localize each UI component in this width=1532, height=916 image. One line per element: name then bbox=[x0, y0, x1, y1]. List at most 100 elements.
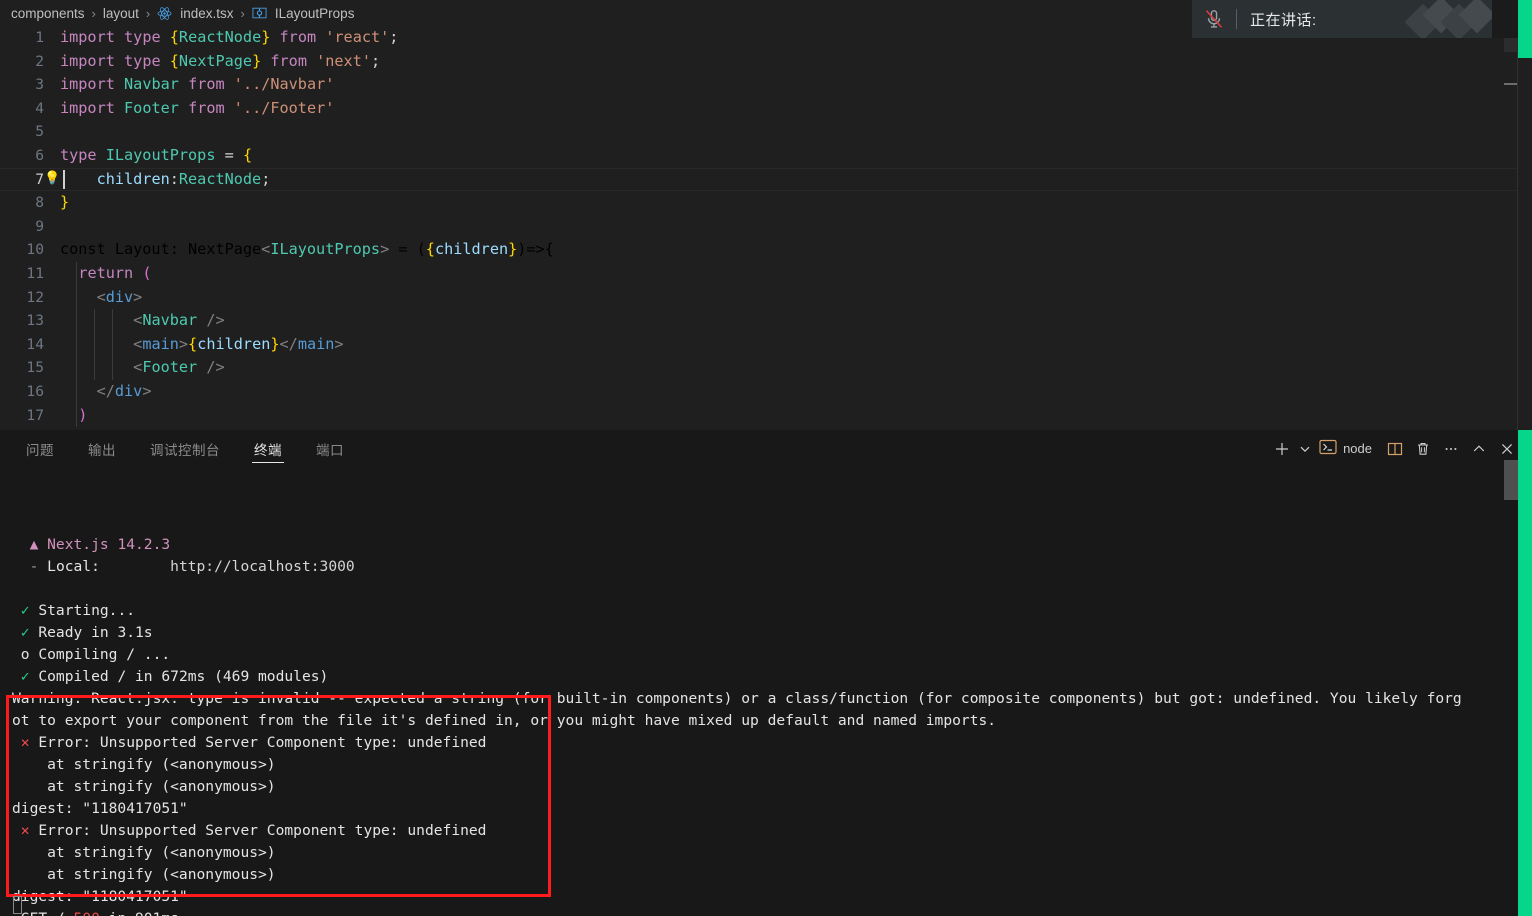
code-line[interactable]: 13 <Navbar /> bbox=[0, 309, 1532, 333]
vscode-window: components › layout › index.tsx › ILayou… bbox=[0, 0, 1532, 916]
terminal-line: Warning: React.jsx: type is invalid -- e… bbox=[12, 688, 1532, 710]
terminal-line: ✕ Error: Unsupported Server Component ty… bbox=[12, 732, 1532, 754]
plus-icon[interactable] bbox=[1269, 436, 1295, 462]
terminal-scrollbar-thumb[interactable] bbox=[1504, 460, 1518, 500]
react-icon bbox=[154, 6, 175, 21]
code-line[interactable]: 17 ) bbox=[0, 403, 1532, 428]
panel-actions: node bbox=[1269, 436, 1532, 462]
code-line[interactable]: 11 return ( bbox=[0, 261, 1532, 286]
symbol-interface-icon bbox=[249, 6, 270, 20]
editor-overview-ruler[interactable] bbox=[1518, 26, 1532, 430]
panel-tab-bar: 问题 输出 调试控制台 终端 端口 node bbox=[0, 430, 1532, 467]
lightbulb-icon[interactable]: 💡 bbox=[44, 171, 61, 188]
terminal-text: 500 bbox=[74, 910, 100, 916]
terminal-text: digest: "1180417051" bbox=[12, 888, 188, 905]
code-line[interactable]: 5 bbox=[0, 120, 1532, 144]
code-text: const Layout: NextPage<ILayoutProps> = (… bbox=[60, 240, 554, 259]
code-editor[interactable]: 1 import type {ReactNode} from 'react'; 2 i… bbox=[0, 26, 1532, 430]
code-line[interactable]: 7 💡 children:ReactNode; bbox=[0, 167, 1532, 192]
overlay-right-gap bbox=[1492, 0, 1518, 38]
window-right-accent bbox=[1518, 0, 1532, 58]
terminal-line: GET / 500 in 901ms bbox=[12, 908, 1532, 916]
line-number: 2 bbox=[35, 52, 44, 70]
chevron-up-icon[interactable] bbox=[1466, 436, 1492, 462]
terminal-line: - Local: http://localhost:3000 bbox=[12, 556, 1532, 578]
code-text: <div> bbox=[96, 287, 143, 306]
breadcrumb-item-ilayoutprops[interactable]: ILayoutProps bbox=[272, 6, 358, 21]
terminal-text: in 901ms bbox=[100, 910, 179, 916]
code-line[interactable]: 2 import type {NextPage} from 'next'; bbox=[0, 50, 1532, 74]
bottom-panel: 问题 输出 调试控制台 终端 端口 node ▲ Next.js 14.2.3 … bbox=[0, 430, 1532, 916]
code-text: </div> bbox=[96, 381, 152, 400]
code-text: import type {ReactNode} from 'react'; bbox=[60, 28, 399, 46]
terminal-cursor bbox=[13, 896, 22, 914]
code-text: ) bbox=[78, 405, 88, 424]
terminal-text: ✕ bbox=[12, 822, 30, 839]
line-number: 8 bbox=[35, 194, 44, 212]
line-number: 17 bbox=[26, 406, 44, 424]
terminal-kind-chip[interactable]: node bbox=[1315, 436, 1380, 462]
panel-tab-2[interactable]: 调试控制台 bbox=[138, 430, 232, 467]
code-line[interactable]: 14 <main>{children}</main> bbox=[0, 332, 1532, 357]
terminal-text: Starting... bbox=[29, 602, 136, 619]
code-line[interactable]: 16 </div> bbox=[0, 379, 1532, 404]
line-number: 12 bbox=[26, 288, 44, 306]
overview-marker-line bbox=[1504, 83, 1518, 85]
code-text: import Footer from '../Footer' bbox=[60, 98, 335, 117]
panel-tab-4[interactable]: 端口 bbox=[304, 430, 356, 467]
speaking-overlay[interactable]: 正在讲话: bbox=[1192, 0, 1492, 38]
terminal-text: at stringify (<anonymous>) bbox=[12, 756, 276, 773]
terminal-line: ✕ Error: Unsupported Server Component ty… bbox=[12, 820, 1532, 842]
code-text: import Navbar from '../Navbar' bbox=[60, 75, 335, 94]
code-line[interactable]: 15 <Footer /> bbox=[0, 356, 1532, 380]
split-panel-icon[interactable] bbox=[1382, 436, 1408, 462]
code-line[interactable]: 3 import Navbar from '../Navbar' bbox=[0, 73, 1532, 97]
chevron-down-icon[interactable] bbox=[1297, 436, 1313, 462]
editor-ruler-divider bbox=[1517, 52, 1518, 430]
terminal-line: ✓ Compiled / in 672ms (469 modules) bbox=[12, 666, 1532, 688]
terminal-text: Compiled / in 672ms (469 modules) bbox=[29, 668, 329, 685]
terminal-text: ✓ bbox=[12, 602, 30, 619]
breadcrumb-item-layout[interactable]: layout bbox=[100, 6, 142, 21]
code-line[interactable]: 6 type ILayoutProps = { bbox=[0, 144, 1532, 168]
code-text: return ( bbox=[78, 263, 152, 282]
terminal-line: digest: "1180417051" bbox=[12, 886, 1532, 908]
terminal-kind-label: node bbox=[1343, 441, 1372, 456]
panel-tab-3[interactable]: 终端 bbox=[242, 430, 294, 467]
close-icon[interactable] bbox=[1494, 436, 1520, 462]
terminal-line: ✓ Starting... bbox=[12, 600, 1532, 622]
code-line[interactable]: 9 bbox=[0, 215, 1532, 239]
line-number: 14 bbox=[26, 335, 44, 353]
code-text: children:ReactNode; bbox=[96, 169, 271, 188]
terminal-output[interactable]: ▲ Next.js 14.2.3 - Local: http://localho… bbox=[0, 467, 1532, 916]
terminal-line: ✓ Ready in 3.1s bbox=[12, 622, 1532, 644]
terminal-text: ▲ Next.js 14.2.3 bbox=[29, 536, 171, 553]
terminal-text: Ready in 3.1s bbox=[29, 624, 153, 641]
trash-icon[interactable] bbox=[1410, 436, 1436, 462]
code-line[interactable]: 12 <div> bbox=[0, 285, 1532, 310]
terminal-line: at stringify (<anonymous>) bbox=[12, 754, 1532, 776]
code-text: import type {NextPage} from 'next'; bbox=[60, 51, 381, 70]
breadcrumb-item-index-tsx[interactable]: index.tsx bbox=[177, 6, 236, 21]
code-line[interactable]: 4 import Footer from '../Footer' bbox=[0, 97, 1532, 121]
panel-tab-0[interactable]: 问题 bbox=[14, 430, 66, 467]
microphone-muted-icon[interactable] bbox=[1192, 8, 1236, 30]
code-line[interactable]: 10 const Layout: NextPage<ILayoutProps> =… bbox=[0, 238, 1532, 262]
terminal-line: at stringify (<anonymous>) bbox=[12, 776, 1532, 798]
breadcrumb-item-components[interactable]: components bbox=[8, 6, 88, 21]
code-line[interactable]: 8} bbox=[0, 191, 1532, 215]
line-number: 13 bbox=[26, 312, 44, 330]
line-number: 7 bbox=[35, 170, 44, 188]
terminal-text: Error: Unsupported Server Component type… bbox=[29, 734, 487, 751]
terminal-text: o bbox=[12, 646, 30, 663]
terminal-text: http://localhost:3000 bbox=[99, 558, 355, 575]
terminal-line: at stringify (<anonymous>) bbox=[12, 864, 1532, 886]
line-number: 1 bbox=[35, 29, 44, 46]
terminal-text: Compiling / ... bbox=[29, 646, 171, 663]
breadcrumb-separator: › bbox=[145, 5, 151, 21]
panel-tab-1[interactable]: 输出 bbox=[76, 430, 128, 467]
code-text: <Navbar /> bbox=[133, 311, 225, 330]
ellipsis-icon[interactable] bbox=[1438, 436, 1464, 462]
